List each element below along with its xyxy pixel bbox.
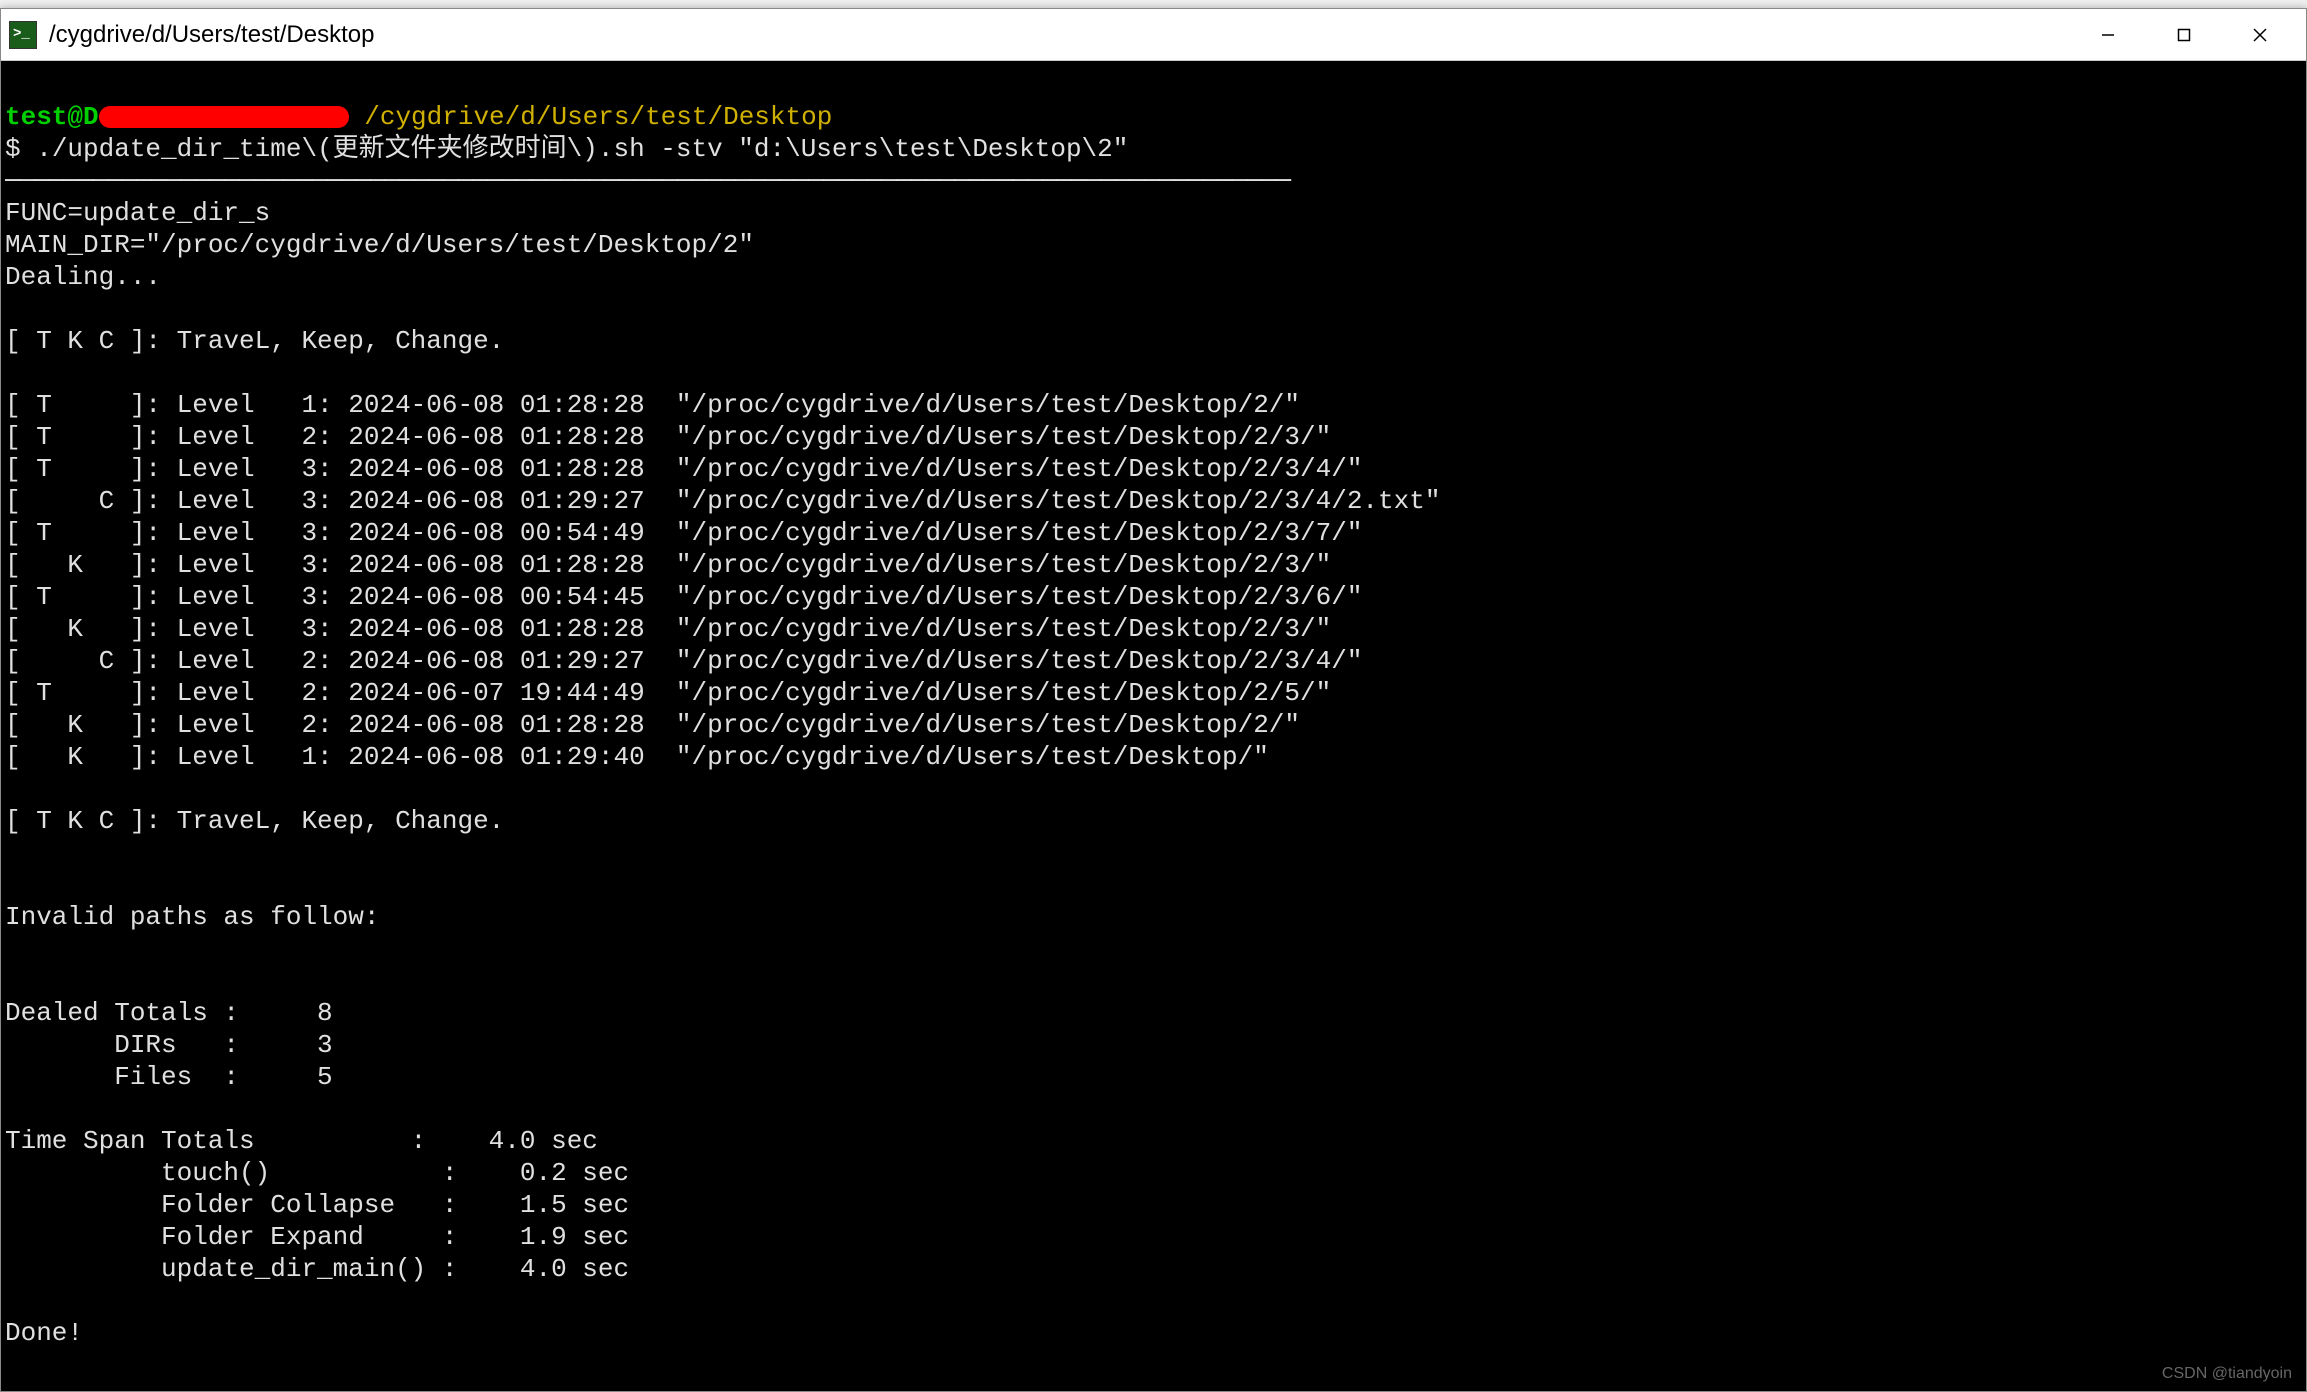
totals-files: Files : 5 xyxy=(5,1062,333,1092)
output-row: [ T ]: Level 2: 2024-06-07 19:44:49 "/pr… xyxy=(5,678,1331,708)
maximize-button[interactable] xyxy=(2146,9,2222,61)
done-line: Done! xyxy=(5,1318,83,1348)
command-line: $ ./update_dir_time\(更新文件夹修改时间\).sh -stv… xyxy=(5,134,1128,164)
timespan-collapse: Folder Collapse : 1.5 sec xyxy=(5,1190,629,1220)
output-row: [ K ]: Level 1: 2024-06-08 01:29:40 "/pr… xyxy=(5,742,1269,772)
output-row: [ T ]: Level 1: 2024-06-08 01:28:28 "/pr… xyxy=(5,390,1300,420)
legend-line-2: [ T K C ]: TraveL, Keep, Change. xyxy=(5,806,504,836)
timespan-total: Time Span Totals : 4.0 sec xyxy=(5,1126,598,1156)
terminal-window: /cygdrive/d/Users/test/Desktop test@D /c… xyxy=(0,8,2307,1392)
legend-line: [ T K C ]: TraveL, Keep, Change. xyxy=(5,326,504,356)
output-row: [ T ]: Level 2: 2024-06-08 01:28:28 "/pr… xyxy=(5,422,1331,452)
dealing-line: Dealing... xyxy=(5,262,161,292)
terminal-icon xyxy=(9,21,37,49)
titlebar[interactable]: /cygdrive/d/Users/test/Desktop xyxy=(1,9,2306,61)
output-row: [ C ]: Level 2: 2024-06-08 01:29:27 "/pr… xyxy=(5,646,1362,676)
output-row: [ T ]: Level 3: 2024-06-08 00:54:45 "/pr… xyxy=(5,582,1362,612)
prompt-path: /cygdrive/d/Users/test/Desktop xyxy=(364,102,832,132)
watermark: CSDN @tiandyoin xyxy=(2162,1365,2292,1383)
output-row: [ T ]: Level 3: 2024-06-08 00:54:49 "/pr… xyxy=(5,518,1362,548)
timespan-main: update_dir_main() : 4.0 sec xyxy=(5,1254,629,1284)
main-dir-line: MAIN_DIR="/proc/cygdrive/d/Users/test/De… xyxy=(5,230,754,260)
output-row: [ K ]: Level 3: 2024-06-08 01:28:28 "/pr… xyxy=(5,550,1331,580)
window-title: /cygdrive/d/Users/test/Desktop xyxy=(49,21,2070,49)
output-row: [ C ]: Level 3: 2024-06-08 01:29:27 "/pr… xyxy=(5,486,1440,516)
prompt-user: test@D xyxy=(5,102,99,132)
func-line: FUNC=update_dir_s xyxy=(5,198,270,228)
redacted-hostname xyxy=(99,106,349,128)
prompt-line: test@D /cygdrive/d/Users/test/Desktop xyxy=(5,102,832,132)
output-row: [ K ]: Level 3: 2024-06-08 01:28:28 "/pr… xyxy=(5,614,1331,644)
invalid-paths-line: Invalid paths as follow: xyxy=(5,902,379,932)
output-row: [ K ]: Level 2: 2024-06-08 01:28:28 "/pr… xyxy=(5,710,1300,740)
close-button[interactable] xyxy=(2222,9,2298,61)
minimize-button[interactable] xyxy=(2070,9,2146,61)
timespan-expand: Folder Expand : 1.9 sec xyxy=(5,1222,629,1252)
output-row: [ T ]: Level 3: 2024-06-08 01:28:28 "/pr… xyxy=(5,454,1362,484)
timespan-touch: touch() : 0.2 sec xyxy=(5,1158,629,1188)
separator-line: ────────────────────────────────────────… xyxy=(5,166,1290,196)
window-controls xyxy=(2070,9,2298,61)
command-text: ./update_dir_time\(更新文件夹修改时间\).sh -stv "… xyxy=(36,134,1128,164)
terminal-body[interactable]: test@D /cygdrive/d/Users/test/Desktop $ … xyxy=(1,61,2306,1391)
totals-dealed: Dealed Totals : 8 xyxy=(5,998,333,1028)
background-fragment xyxy=(1107,0,2307,8)
totals-dirs: DIRs : 3 xyxy=(5,1030,333,1060)
